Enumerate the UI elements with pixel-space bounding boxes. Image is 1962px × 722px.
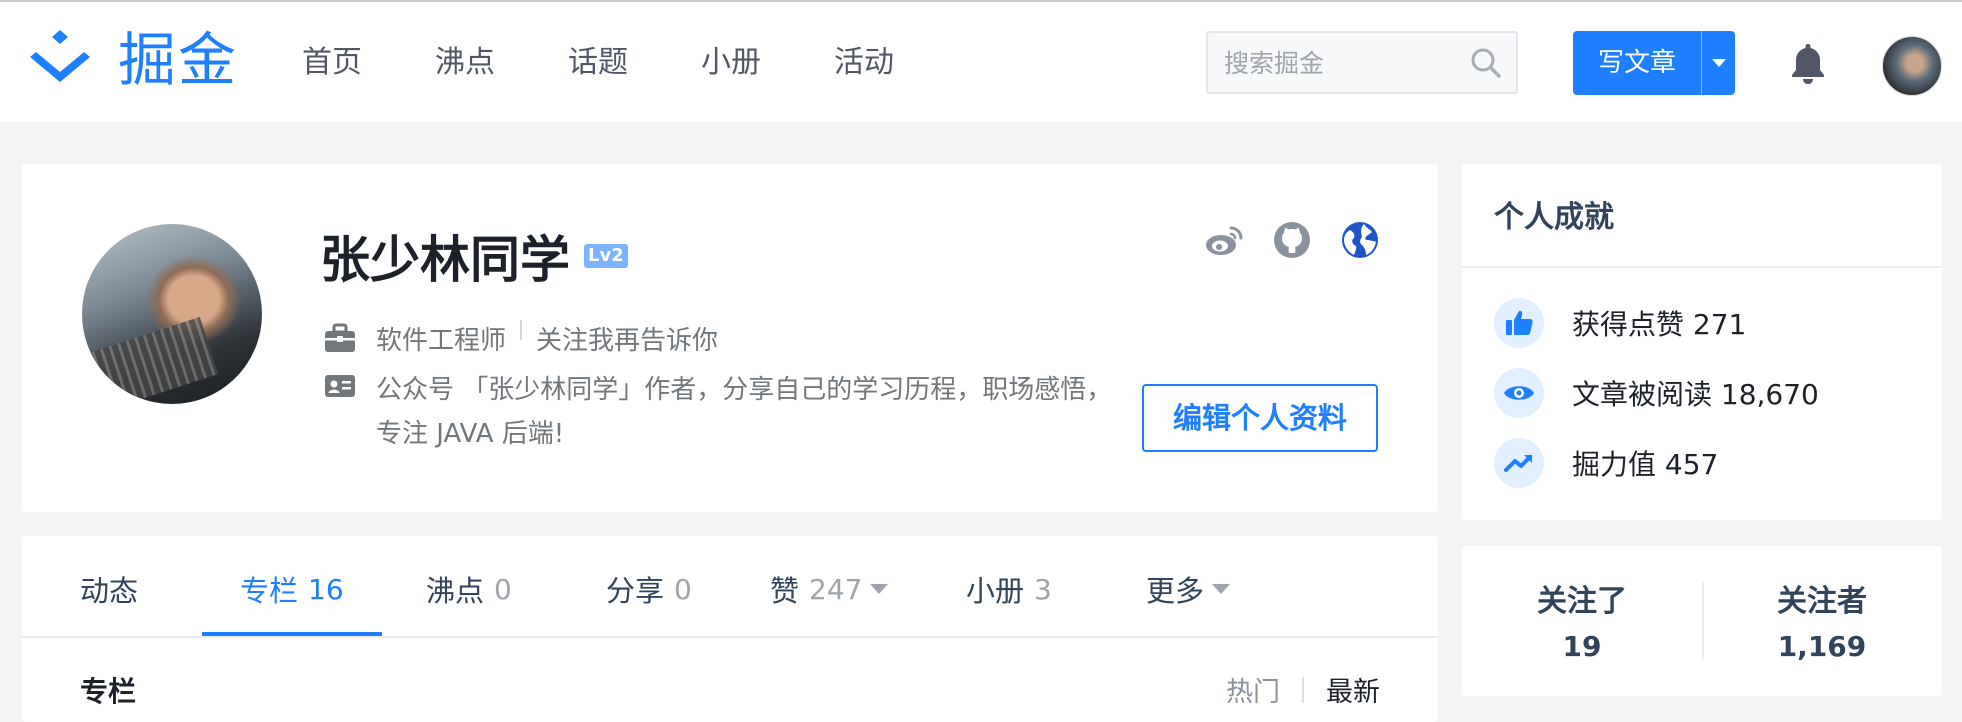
tab-columns[interactable]: 专栏 16	[240, 568, 344, 610]
caret-down-icon	[870, 584, 889, 594]
caret-down-icon	[1212, 584, 1231, 594]
tab-likes[interactable]: 赞 247	[770, 568, 889, 610]
profile-bio: 公众号 「张少林同学」作者，分享自己的学习历程，职场感悟，专注 JAVA 后端!	[376, 375, 1113, 449]
tab-activity[interactable]: 动态	[80, 568, 138, 610]
thumbs-up-icon	[1494, 298, 1544, 348]
tab-count: 3	[1034, 572, 1052, 606]
nav-item-events[interactable]: 活动	[834, 40, 894, 86]
section-title: 专栏	[80, 675, 137, 708]
achievements-card: 个人成就 获得点赞 271 文章被阅读 18,670 掘力值 457	[1462, 164, 1942, 520]
tab-count: 16	[308, 572, 344, 606]
tab-label: 专栏	[240, 574, 299, 608]
followers-stat[interactable]: 关注者 1,169	[1702, 576, 1942, 663]
main-nav: 首页 沸点 话题 小册 活动	[302, 40, 967, 86]
search-icon[interactable]	[1470, 47, 1502, 79]
profile-card: 张少林同学 Lv2 软件工程师 关注我再告诉你 公众号 「张少林同学」作者，分享…	[22, 164, 1438, 512]
user-avatar[interactable]	[1882, 36, 1942, 96]
nav-item-pins[interactable]: 沸点	[435, 40, 495, 86]
tab-pins[interactable]: 沸点 0	[426, 568, 512, 610]
job-divider	[520, 320, 523, 340]
company-name: 关注我再告诉你	[536, 326, 719, 356]
bell-icon[interactable]	[1790, 42, 1826, 84]
tab-label: 更多	[1146, 574, 1205, 608]
caret-down-icon	[1711, 59, 1726, 67]
sort-hot[interactable]: 热门	[1226, 670, 1280, 709]
tab-label: 沸点	[426, 574, 485, 608]
following-stat[interactable]: 关注了 19	[1462, 576, 1702, 663]
tab-books[interactable]: 小册 3	[966, 568, 1052, 610]
profile-tabs: 动态 专栏 16 沸点 0 分享 0 赞 247 小册 3 更多	[22, 536, 1438, 638]
followers-count: 1,169	[1777, 630, 1867, 663]
sort-options: 热门 最新	[1226, 670, 1380, 709]
juejin-logo-icon	[30, 30, 90, 82]
tab-label: 小册	[966, 574, 1025, 608]
profile-avatar	[82, 224, 262, 404]
job-info: 软件工程师 关注我再告诉你	[324, 320, 718, 357]
tab-label: 动态	[80, 574, 139, 608]
id-card-icon	[325, 375, 355, 397]
sort-new[interactable]: 最新	[1326, 670, 1380, 709]
globe-icon[interactable]	[1340, 220, 1380, 260]
edit-profile-button[interactable]: 编辑个人资料	[1142, 384, 1378, 452]
tab-count: 247	[809, 572, 863, 606]
achievements-divider	[1462, 266, 1942, 268]
nav-item-books[interactable]: 小册	[701, 40, 761, 86]
reads-text: 文章被阅读 18,670	[1572, 378, 1819, 411]
tab-label: 分享	[606, 574, 665, 608]
tab-label: 赞	[770, 574, 800, 608]
top-header: 掘金 首页 沸点 话题 小册 活动 写文章	[0, 2, 1962, 122]
write-article-label[interactable]: 写文章	[1573, 31, 1701, 95]
weibo-icon[interactable]	[1204, 220, 1244, 260]
tab-count: 0	[494, 572, 512, 606]
trend-up-icon	[1494, 438, 1544, 488]
profile-name: 张少林同学 Lv2	[320, 220, 628, 292]
nav-item-home[interactable]: 首页	[302, 40, 362, 86]
achievement-reads: 文章被阅读 18,670	[1494, 368, 1819, 418]
followers-label: 关注者	[1777, 584, 1867, 619]
active-tab-indicator	[202, 632, 382, 636]
power-text: 掘力值 457	[1572, 448, 1719, 481]
write-article-button: 写文章	[1573, 31, 1735, 95]
following-count: 19	[1562, 630, 1602, 663]
eye-icon	[1494, 368, 1544, 418]
nav-item-topics[interactable]: 话题	[568, 40, 628, 86]
tab-shares[interactable]: 分享 0	[606, 568, 692, 610]
tab-count: 0	[674, 572, 692, 606]
job-title: 软件工程师	[376, 326, 507, 356]
brand-logo[interactable]: 掘金	[22, 28, 238, 92]
write-dropdown-toggle[interactable]	[1702, 31, 1735, 95]
achievement-power: 掘力值 457	[1494, 438, 1718, 488]
following-label: 关注了	[1537, 584, 1627, 619]
tab-more[interactable]: 更多	[1146, 568, 1231, 610]
profile-name-text: 张少林同学	[320, 231, 570, 289]
content-card: 动态 专栏 16 沸点 0 分享 0 赞 247 小册 3 更多 专栏 热门 最…	[22, 536, 1438, 722]
achievement-likes: 获得点赞 271	[1494, 298, 1746, 348]
bio-info: 公众号 「张少林同学」作者，分享自己的学习历程，职场感悟，专注 JAVA 后端!	[324, 368, 1116, 456]
sort-divider	[1302, 676, 1304, 703]
achievements-title: 个人成就	[1494, 200, 1614, 235]
github-icon[interactable]	[1272, 220, 1312, 260]
search-box	[1206, 31, 1518, 94]
follow-card: 关注了 19 关注者 1,169	[1462, 546, 1942, 696]
search-input[interactable]	[1224, 45, 1464, 81]
level-badge: Lv2	[584, 244, 628, 268]
brand-name: 掘金	[118, 26, 239, 94]
briefcase-icon	[325, 323, 355, 352]
likes-text: 获得点赞 271	[1572, 308, 1747, 341]
